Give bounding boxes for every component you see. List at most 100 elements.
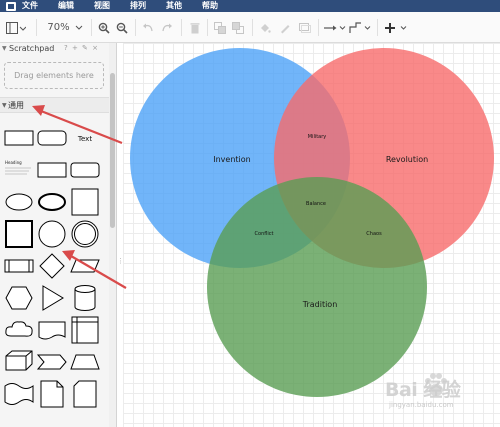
rounded-alt-shape[interactable]	[69, 154, 101, 186]
baidu-watermark: Bai 经验 jingyan.baidu.com	[385, 370, 497, 416]
internal-storage-shape-icon	[71, 316, 99, 344]
collapse-arrow-icon: ▼	[2, 102, 7, 109]
ellipse-shape-icon	[5, 193, 33, 211]
text-shape-icon: Text	[77, 135, 92, 143]
balance-label: Balance	[306, 201, 326, 207]
toolbar-separator	[318, 19, 319, 36]
zoom-level: 70%	[47, 22, 70, 33]
to-back-icon[interactable]	[231, 20, 245, 35]
process-shape-icon	[4, 259, 34, 273]
note-shape-icon	[40, 380, 64, 408]
rounded-rectangle-shape-icon	[37, 130, 67, 146]
scratchpad-actions[interactable]: ? + ✎ ×	[64, 43, 99, 54]
tradition-circle[interactable]	[207, 177, 427, 397]
tape-shape-icon	[4, 383, 34, 405]
circle-shape-icon	[38, 220, 66, 248]
document-shape[interactable]	[36, 314, 68, 346]
undo-icon[interactable]	[141, 20, 155, 35]
revolution-label: Revolution	[386, 155, 428, 164]
zoom-select[interactable]: 70%	[45, 20, 85, 35]
shadow-icon[interactable]	[298, 20, 312, 35]
collapse-arrow-icon: ▼	[2, 45, 7, 52]
conflict-label: Conflict	[255, 231, 274, 237]
menu-view[interactable]: 视图	[94, 0, 110, 12]
toolbar-separator	[207, 19, 208, 36]
triangle-shape-icon	[42, 285, 64, 311]
connection-style-icon[interactable]	[324, 20, 346, 35]
view-panels-icon[interactable]	[5, 20, 27, 35]
invention-label: Invention	[213, 155, 250, 164]
scratchpad-dropzone[interactable]: Drag elements here	[4, 62, 104, 89]
watermark-url: jingyan.baidu.com	[389, 401, 454, 409]
general-section-title: 通用	[8, 101, 24, 110]
ellipse-thick-shape-icon	[38, 193, 66, 211]
sidebar-scroll-thumb[interactable]	[110, 73, 115, 228]
waypoint-style-icon[interactable]	[349, 20, 371, 35]
delete-icon[interactable]	[188, 20, 202, 35]
diamond-shape[interactable]	[36, 250, 68, 282]
menu-bar: 文件 编辑 视图 排列 其他 帮助	[0, 0, 500, 12]
double-circle-shape[interactable]	[69, 218, 101, 250]
scratchpad-header[interactable]: ▼ Scratchpad ? + ✎ ×	[0, 43, 109, 54]
step-shape-icon	[36, 354, 67, 370]
toolbar-separator	[377, 19, 378, 36]
tradition-label: Tradition	[302, 300, 338, 309]
toolbar-separator	[91, 19, 92, 36]
double-circle-shape-icon	[71, 220, 99, 248]
ellipse-thick-shape[interactable]	[36, 186, 68, 218]
menu-arrange[interactable]: 排列	[130, 0, 146, 12]
menu-extras[interactable]: 其他	[166, 0, 182, 12]
scratchpad-title: Scratchpad	[9, 44, 55, 53]
general-section-header[interactable]: ▼ 通用	[0, 97, 109, 113]
ellipse-shape[interactable]	[3, 186, 35, 218]
trapezoid-shape[interactable]	[69, 346, 101, 378]
menu-help[interactable]: 帮助	[202, 0, 218, 12]
line-color-icon[interactable]	[278, 20, 292, 35]
to-front-icon[interactable]	[213, 20, 227, 35]
military-label: Military	[308, 134, 327, 140]
fill-color-icon[interactable]	[258, 20, 272, 35]
cloud-shape-icon	[5, 321, 33, 337]
square-thick-shape-icon	[5, 220, 33, 248]
menu-file[interactable]: 文件	[22, 0, 38, 12]
cube-shape[interactable]	[3, 346, 35, 378]
hexagon-shape[interactable]	[3, 282, 35, 314]
drawio-app: 文件 编辑 视图 排列 其他 帮助 70% ▼ Scratchpad ? + ✎…	[0, 0, 500, 427]
textbox-shape[interactable]: Heading	[3, 154, 35, 186]
cloud-shape[interactable]	[3, 314, 35, 346]
redo-icon[interactable]	[160, 20, 174, 35]
rect-alt-shape-icon	[37, 162, 67, 178]
triangle-shape[interactable]	[36, 282, 68, 314]
rounded-rectangle-shape[interactable]	[36, 122, 68, 154]
watermark-brand: Bai 经验	[385, 379, 461, 401]
cylinder-shape[interactable]	[69, 282, 101, 314]
insert-icon[interactable]	[383, 20, 409, 35]
circle-shape[interactable]	[36, 218, 68, 250]
app-logo-icon	[6, 1, 16, 11]
hexagon-shape-icon	[5, 286, 33, 310]
toolbar-separator	[36, 19, 37, 36]
document-shape-icon	[38, 321, 66, 340]
menu-edit[interactable]: 编辑	[58, 0, 74, 12]
textbox-shape-icon: Heading	[5, 160, 31, 175]
chaos-label: Chaos	[366, 231, 382, 237]
zoom-in-icon[interactable]	[97, 20, 111, 35]
process-shape[interactable]	[3, 250, 35, 282]
note-shape[interactable]	[36, 378, 68, 410]
zoom-out-icon[interactable]	[115, 20, 129, 35]
step-shape[interactable]	[36, 346, 68, 378]
square-thick-shape[interactable]	[3, 218, 35, 250]
text-shape[interactable]: Text	[69, 122, 101, 154]
tape-shape[interactable]	[3, 378, 35, 410]
parallelogram-shape[interactable]	[69, 250, 101, 282]
rect-alt-shape[interactable]	[36, 154, 68, 186]
rectangle-shape-icon	[4, 130, 34, 146]
toolbar-separator	[135, 19, 136, 36]
rectangle-shape[interactable]	[3, 122, 35, 154]
square-shape-icon	[71, 188, 99, 216]
dropzone-text: Drag elements here	[14, 71, 94, 80]
internal-storage-shape[interactable]	[69, 314, 101, 346]
trapezoid-shape-icon	[70, 354, 100, 370]
card-shape[interactable]	[69, 378, 101, 410]
square-shape[interactable]	[69, 186, 101, 218]
